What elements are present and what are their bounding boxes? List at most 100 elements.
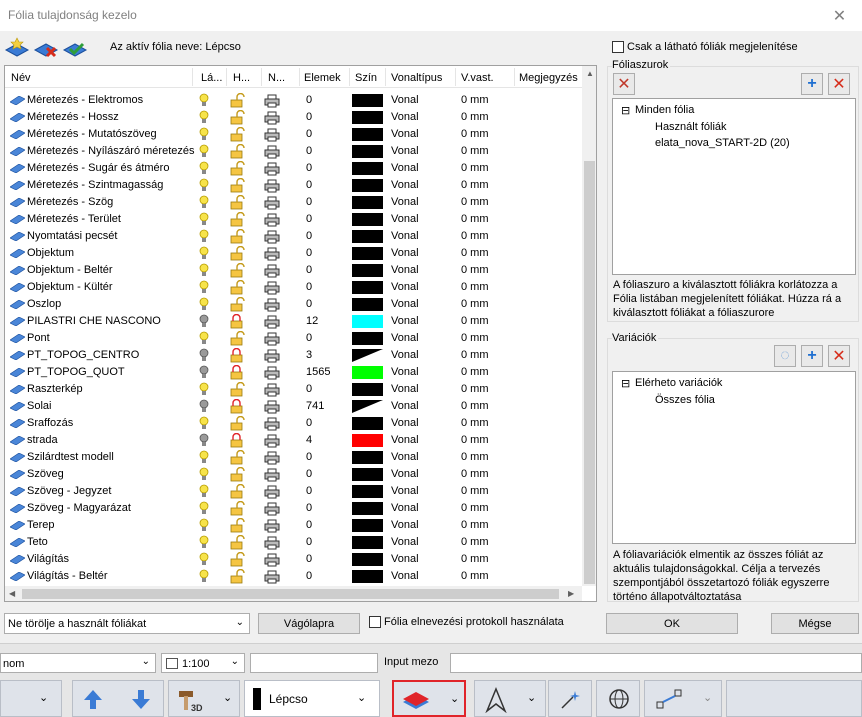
lock-icon[interactable] <box>229 484 245 499</box>
table-row[interactable]: Nyomtatási pecsét 0 Vonal 0 mm <box>5 228 582 245</box>
color-swatch[interactable] <box>352 417 383 430</box>
bulb-icon[interactable] <box>198 348 210 363</box>
arrow-down-icon[interactable] <box>131 688 151 710</box>
tool-button-left[interactable]: ⌄ <box>0 680 62 717</box>
variation-add-icon[interactable]: + <box>801 345 823 367</box>
line-width[interactable]: 0 mm <box>461 94 489 106</box>
lock-icon[interactable] <box>229 263 245 278</box>
line-width[interactable]: 0 mm <box>461 383 489 395</box>
linetype[interactable]: Vonal <box>391 94 419 106</box>
linetype[interactable]: Vonal <box>391 179 419 191</box>
layer-list[interactable]: Név Lá... H... N... Elemek Szín Vonaltíp… <box>4 65 597 602</box>
vertical-scrollbar[interactable]: ▲ <box>582 66 596 586</box>
printer-icon[interactable] <box>264 349 280 363</box>
linetype[interactable]: Vonal <box>391 570 419 582</box>
filter-remove-icon[interactable]: ✕ <box>828 73 850 95</box>
line-width[interactable]: 0 mm <box>461 162 489 174</box>
bulb-icon[interactable] <box>198 331 210 346</box>
bulb-icon[interactable] <box>198 93 210 108</box>
table-row[interactable]: Objektum - Beltér 0 Vonal 0 mm <box>5 262 582 279</box>
linetype[interactable]: Vonal <box>391 213 419 225</box>
linetype[interactable]: Vonal <box>391 434 419 446</box>
line-width[interactable]: 0 mm <box>461 502 489 514</box>
linetype[interactable]: Vonal <box>391 111 419 123</box>
lock-icon[interactable] <box>229 331 245 346</box>
table-row[interactable]: strada 4 Vonal 0 mm <box>5 432 582 449</box>
printer-icon[interactable] <box>264 451 280 465</box>
color-swatch[interactable] <box>352 366 383 379</box>
col-locked[interactable]: H... <box>233 72 250 84</box>
tree-node-elata[interactable]: elata_nova_START-2D (20) <box>655 137 790 149</box>
chevron-down-icon[interactable]: ⌄ <box>527 691 536 704</box>
printer-icon[interactable] <box>264 230 280 244</box>
table-row[interactable]: Raszterkép 0 Vonal 0 mm <box>5 381 582 398</box>
linetype[interactable]: Vonal <box>391 145 419 157</box>
line-width[interactable]: 0 mm <box>461 485 489 497</box>
table-row[interactable]: Szöveg 0 Vonal 0 mm <box>5 466 582 483</box>
close-icon[interactable]: ✕ <box>817 0 862 31</box>
color-swatch[interactable] <box>352 196 383 209</box>
chevron-down-icon[interactable]: ⌄ <box>231 656 239 667</box>
bulb-icon[interactable] <box>198 127 210 142</box>
input-field[interactable] <box>450 653 862 673</box>
scale-combo[interactable]: 1:100 ⌄ <box>161 653 245 673</box>
line-width[interactable]: 0 mm <box>461 366 489 378</box>
col-linetype[interactable]: Vonaltípus <box>391 72 442 84</box>
hammer-3d-icon[interactable]: 3D <box>175 687 203 713</box>
table-row[interactable]: PILASTRI CHE NASCONO 12 Vonal 0 mm <box>5 313 582 330</box>
variation-refresh-icon[interactable]: ◌ <box>774 345 796 367</box>
chevron-down-icon[interactable]: ⌄ <box>39 691 48 704</box>
table-row[interactable]: Méretezés - Sugár és átméro 0 Vonal 0 mm <box>5 160 582 177</box>
printer-icon[interactable] <box>264 502 280 516</box>
printer-icon[interactable] <box>264 553 280 567</box>
printer-icon[interactable] <box>264 281 280 295</box>
bulb-icon[interactable] <box>198 467 210 482</box>
printer-icon[interactable] <box>264 94 280 108</box>
sparkle-point-icon[interactable] <box>559 688 583 710</box>
bulb-icon[interactable] <box>198 297 210 312</box>
color-swatch[interactable] <box>352 162 383 175</box>
linetype[interactable]: Vonal <box>391 468 419 480</box>
bulb-icon[interactable] <box>198 195 210 210</box>
linetype[interactable]: Vonal <box>391 383 419 395</box>
bulb-icon[interactable] <box>198 161 210 176</box>
line-width[interactable]: 0 mm <box>461 315 489 327</box>
lock-icon[interactable] <box>229 416 245 431</box>
color-swatch[interactable] <box>352 383 383 396</box>
col-note[interactable]: Megjegyzés <box>519 72 578 84</box>
printer-icon[interactable] <box>264 162 280 176</box>
lock-icon[interactable] <box>229 433 245 448</box>
lock-icon[interactable] <box>229 144 245 159</box>
line-width[interactable]: 0 mm <box>461 213 489 225</box>
cancel-button[interactable]: Mégse <box>771 613 859 634</box>
layer-manager-button[interactable]: ⌄ <box>392 680 466 717</box>
line-width[interactable]: 0 mm <box>461 179 489 191</box>
bulb-icon[interactable] <box>198 382 210 397</box>
printer-icon[interactable] <box>264 485 280 499</box>
line-width[interactable]: 0 mm <box>461 400 489 412</box>
scroll-left-icon[interactable]: ◀ <box>9 589 15 598</box>
line-width[interactable]: 0 mm <box>461 434 489 446</box>
bulb-icon[interactable] <box>198 399 210 414</box>
table-row[interactable]: Objektum - Kültér 0 Vonal 0 mm <box>5 279 582 296</box>
color-swatch[interactable] <box>352 179 383 192</box>
lock-icon[interactable] <box>229 229 245 244</box>
printer-icon[interactable] <box>264 179 280 193</box>
color-swatch[interactable] <box>352 485 383 498</box>
linetype[interactable]: Vonal <box>391 332 419 344</box>
line-width[interactable]: 0 mm <box>461 417 489 429</box>
horizontal-scroll-thumb[interactable] <box>22 589 559 599</box>
table-row[interactable]: Méretezés - Elektromos 0 Vonal 0 mm <box>5 92 582 109</box>
table-row[interactable]: Szöveg - Magyarázat 0 Vonal 0 mm <box>5 500 582 517</box>
line-segment-icon[interactable] <box>655 688 683 710</box>
color-swatch[interactable] <box>352 298 383 311</box>
color-swatch[interactable] <box>352 230 383 243</box>
line-width[interactable]: 0 mm <box>461 451 489 463</box>
lock-icon[interactable] <box>229 501 245 516</box>
lock-icon[interactable] <box>229 314 245 329</box>
printer-icon[interactable] <box>264 145 280 159</box>
chevron-down-icon[interactable]: ⌄ <box>142 656 150 667</box>
lock-icon[interactable] <box>229 552 245 567</box>
printer-icon[interactable] <box>264 519 280 533</box>
linetype[interactable]: Vonal <box>391 400 419 412</box>
